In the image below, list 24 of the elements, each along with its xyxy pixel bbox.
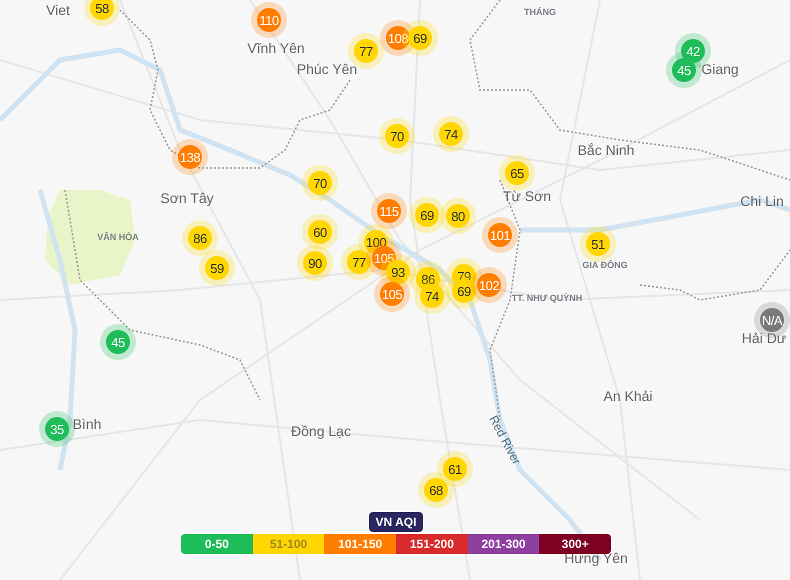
place-label: Đồng Lạc [291,423,351,439]
legend-band: 51-100 [252,534,324,554]
legend-title: VN AQI [368,512,424,532]
place-label: TT. NHƯ QUỲNH [512,293,582,303]
place-label: Từ Sơn [502,188,552,204]
place-label: Viet [46,2,70,18]
place-label: Hải Dư [742,330,786,346]
place-label: Phúc Yên [296,61,358,77]
place-label: Bắc Ninh [578,142,634,158]
place-label: Red River [486,413,524,467]
place-label: VÂN HÒA [97,232,139,242]
place-label: GIA ĐÔNG [582,260,628,270]
legend-band: 0-50 [181,534,253,554]
place-label: An Khải [603,388,653,404]
legend-band: 300+ [539,534,611,554]
legend-band: 101-150 [324,534,396,554]
place-label: Chi Lin [740,193,784,209]
legend-band: 201-300 [468,534,540,554]
legend-band: 151-200 [396,534,468,554]
place-label: THÁNG [524,7,556,17]
place-label: Vĩnh Yên [247,40,305,56]
place-label: Sơn Tây [160,190,214,206]
place-label: Giang [701,61,739,77]
place-label: Bình [72,416,102,432]
